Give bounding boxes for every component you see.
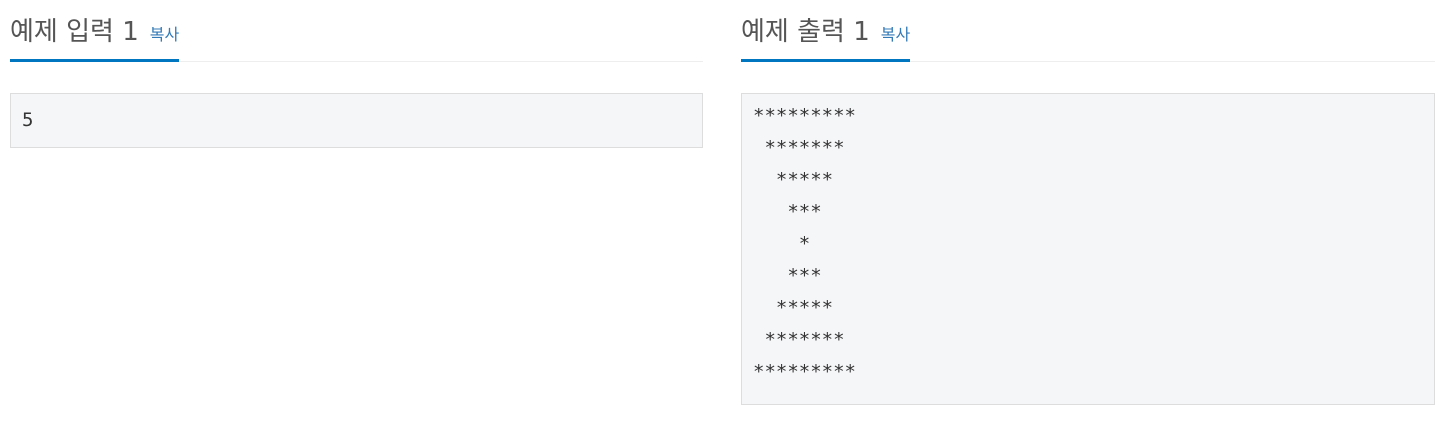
sample-input-section: 예제 입력 1 복사 5: [10, 0, 703, 148]
sample-output-section: 예제 출력 1 복사 ********* ******* ***** *** *…: [741, 0, 1435, 405]
sample-input-title: 예제 입력 1: [10, 17, 139, 47]
sample-input-headline: 예제 입력 1 복사: [10, 0, 703, 62]
sample-output-headline-underline: 예제 출력 1 복사: [741, 0, 911, 62]
sample-output-title: 예제 출력 1: [741, 17, 870, 47]
sample-input-box[interactable]: 5: [10, 93, 703, 148]
copy-input-button[interactable]: 복사: [150, 25, 179, 45]
sample-input-headline-underline: 예제 입력 1 복사: [10, 0, 180, 62]
sample-output-box[interactable]: ********* ******* ***** *** * *** ***** …: [741, 93, 1435, 405]
sample-output-headline: 예제 출력 1 복사: [741, 0, 1435, 62]
copy-output-button[interactable]: 복사: [881, 25, 910, 45]
